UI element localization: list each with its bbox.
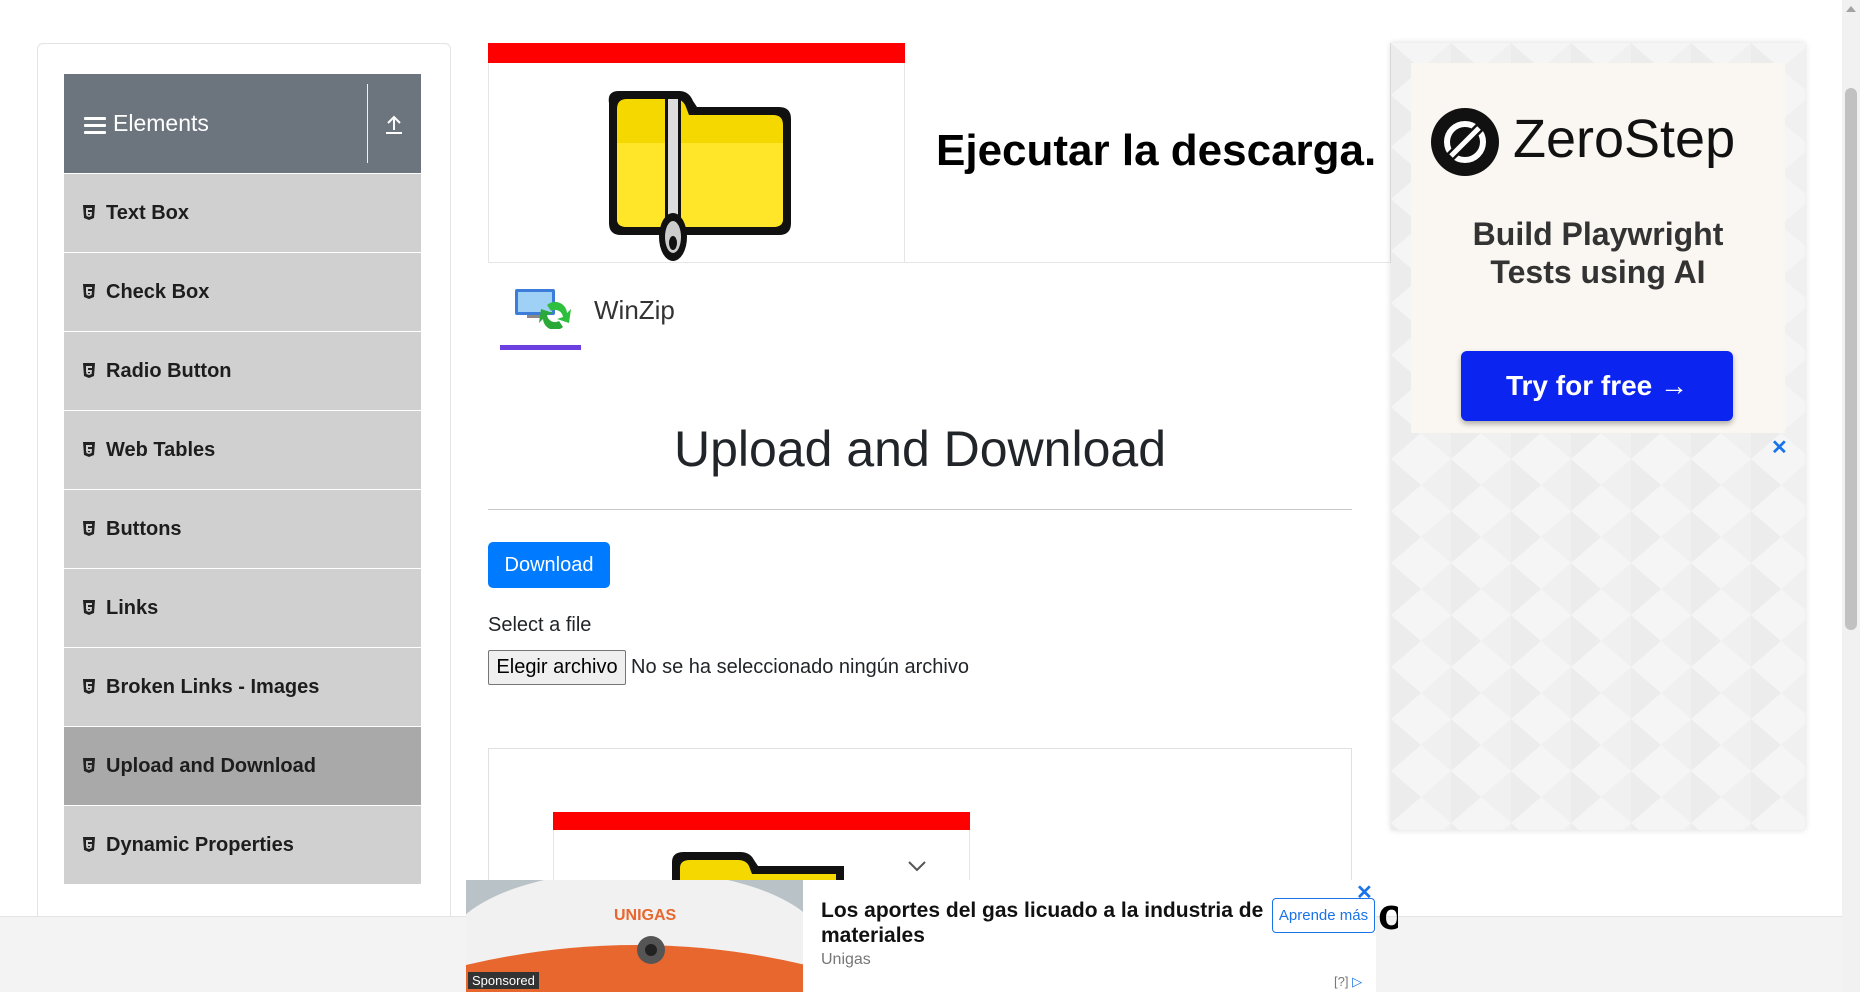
top-banner-ad[interactable]: Ejecutar la descarga. xyxy=(488,43,1391,263)
winzip-icon xyxy=(515,289,571,329)
sidebar-item-label: Web Tables xyxy=(106,438,216,461)
lower-red-bar xyxy=(553,812,970,830)
sidebar-item-label: Buttons xyxy=(106,517,182,540)
adchoices-label: [?] xyxy=(1334,974,1349,989)
html5-icon xyxy=(83,442,95,457)
scroll-up-arrow-icon[interactable] xyxy=(1846,6,1856,12)
group-title: Elements xyxy=(113,110,209,136)
select-file-label: Select a file xyxy=(488,614,592,636)
bottom-sticky-ad[interactable]: UNIGAS Sponsored Los aportes del gas lic… xyxy=(466,880,1376,992)
html5-icon xyxy=(83,600,95,615)
html5-icon xyxy=(83,205,95,220)
html5-icon xyxy=(83,363,95,378)
ad-tagline-line1: Build Playwright xyxy=(1472,216,1724,252)
ad-brand: ZeroStep xyxy=(1513,109,1736,169)
sidebar-item-label: Text Box xyxy=(106,201,189,224)
sidebar-item-upload-download[interactable]: Upload and Download xyxy=(64,727,421,806)
banner-image xyxy=(488,63,905,263)
banner-headline: Ejecutar la descarga. xyxy=(936,126,1377,175)
try-for-free-button[interactable]: Try for free → xyxy=(1461,351,1733,421)
sidebar-item-buttons[interactable]: Buttons xyxy=(64,490,421,569)
sidebar-item-web-tables[interactable]: Web Tables xyxy=(64,411,421,490)
html5-icon xyxy=(83,284,95,299)
sidebar-item-label: Dynamic Properties xyxy=(106,833,294,856)
html5-icon xyxy=(83,758,95,773)
right-ad[interactable]: ZeroStep Build Playwright Tests using AI… xyxy=(1391,43,1805,830)
ad-photo-logo: UNIGAS xyxy=(614,907,677,924)
download-button[interactable]: Download xyxy=(488,542,610,588)
partially-hidden-text: o xyxy=(1378,890,1398,939)
bottom-ad-close-icon[interactable]: ✕ xyxy=(1356,880,1373,905)
html5-icon xyxy=(83,521,95,536)
winzip-tab[interactable]: WinZip xyxy=(500,283,700,351)
page: Elements Text Box Check Box Radio Button xyxy=(0,0,1860,992)
chevron-down-icon[interactable] xyxy=(907,859,927,873)
zerostep-logo-icon xyxy=(1431,108,1499,176)
adchoices-icon[interactable]: [?] ▷ xyxy=(1334,974,1362,990)
bottom-ad-title[interactable]: Los aportes del gas licuado a la industr… xyxy=(821,898,1271,948)
menu-list: Text Box Check Box Radio Button Web Tabl… xyxy=(64,174,421,885)
banner-red-bar xyxy=(488,43,905,63)
html5-icon xyxy=(83,679,95,694)
hamburger-icon xyxy=(84,117,106,135)
sidebar-item-label: Radio Button xyxy=(106,359,232,382)
sidebar-item-label: Upload and Download xyxy=(106,754,316,777)
sidebar-item-text-box[interactable]: Text Box xyxy=(64,174,421,253)
title-divider xyxy=(488,509,1352,510)
sidebar-item-radio-button[interactable]: Radio Button xyxy=(64,332,421,411)
sidebar-item-broken-links[interactable]: Broken Links - Images xyxy=(64,648,421,727)
ad-card: ZeroStep Build Playwright Tests using AI… xyxy=(1411,63,1785,433)
ad-close-icon[interactable]: ✕ xyxy=(1771,435,1788,460)
ad-tagline: Build Playwright Tests using AI xyxy=(1411,215,1785,291)
bottom-ad-advertiser: Unigas xyxy=(821,951,871,968)
ad-tagline-line2: Tests using AI xyxy=(1490,254,1706,290)
page-title: Upload and Download xyxy=(673,421,1167,477)
sidebar-item-check-box[interactable]: Check Box xyxy=(64,253,421,332)
collapse-upload-icon[interactable] xyxy=(384,114,404,136)
sidebar-item-links[interactable]: Links xyxy=(64,569,421,648)
page-scrollbar[interactable] xyxy=(1842,0,1860,992)
elements-group-header[interactable]: Elements xyxy=(64,74,421,173)
tab-underline xyxy=(500,345,581,350)
zip-folder-icon xyxy=(608,91,791,261)
scrollbar-thumb[interactable] xyxy=(1845,88,1857,630)
header-divider xyxy=(367,84,368,163)
tab-label: WinZip xyxy=(594,295,675,325)
sidebar-item-label: Links xyxy=(106,596,159,619)
sidebar-item-dynamic-properties[interactable]: Dynamic Properties xyxy=(64,806,421,885)
sidebar-item-label: Broken Links - Images xyxy=(106,675,320,698)
sidebar-item-label: Check Box xyxy=(106,280,210,303)
file-status-text: No se ha seleccionado ningún archivo xyxy=(631,656,969,678)
left-panel: Elements Text Box Check Box Radio Button xyxy=(37,43,451,923)
html5-icon xyxy=(83,837,95,852)
choose-file-button[interactable]: Elegir archivo xyxy=(488,650,626,685)
sponsored-badge: Sponsored xyxy=(468,972,539,989)
